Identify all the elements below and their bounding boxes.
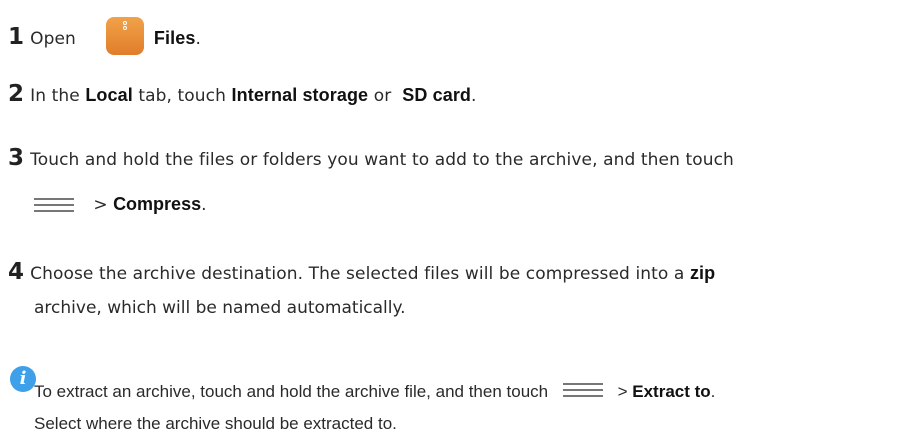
menu-icon	[34, 196, 74, 214]
menu-icon	[562, 381, 603, 399]
step-number: 2	[8, 81, 25, 107]
zip-label: zip	[689, 263, 716, 283]
files-app-icon	[105, 17, 144, 55]
local-tab-label: Local	[85, 85, 133, 105]
internal-storage-label: Internal storage	[231, 85, 369, 105]
step-number: 3	[8, 145, 25, 171]
sd-card-label: SD card	[402, 85, 472, 105]
step-3: 3 Touch and hold the files or folders you…	[8, 145, 734, 171]
note-line-2: Select where the archive should be extra…	[34, 414, 397, 433]
step-4: 4 Choose the archive destination. The sel…	[8, 259, 716, 285]
extract-to-label: Extract to	[632, 382, 711, 401]
note-line-1: To extract an archive, touch and hold th…	[34, 381, 716, 401]
compress-label: Compress	[113, 194, 202, 214]
step-text: Touch and hold the files or folders you …	[30, 150, 734, 170]
step-number: 4	[8, 259, 25, 285]
files-label: Files	[153, 28, 196, 48]
step-2: 2 In the Local tab, touch Internal storag…	[8, 81, 477, 107]
info-icon: i	[10, 366, 36, 392]
step-1: 1 Open Files.	[8, 17, 201, 58]
step-number: 1	[8, 24, 25, 50]
step-4-cont: archive, which will be named automatical…	[34, 298, 406, 318]
step-3-cont: > Compress.	[34, 194, 207, 215]
step-text: Open	[30, 29, 76, 49]
